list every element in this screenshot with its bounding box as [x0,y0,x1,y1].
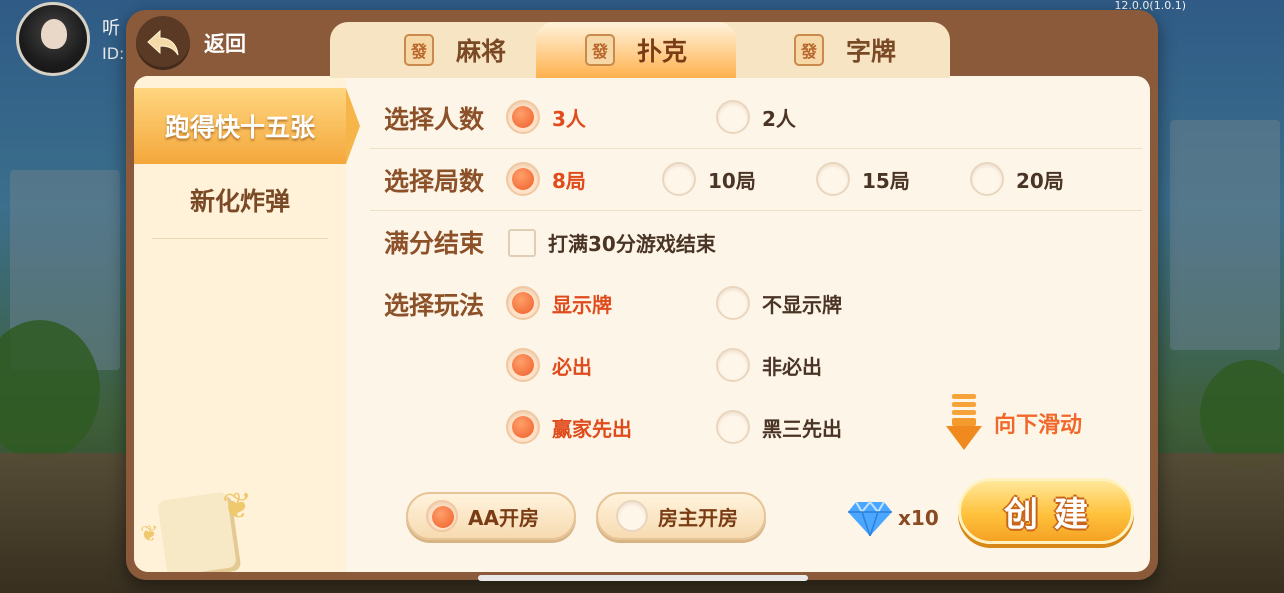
option-label: 8局 [552,168,586,193]
option-rounds-8[interactable]: 8局 [506,162,586,196]
butterfly-icon: ❦ [222,486,253,527]
radio-unselected[interactable] [616,500,648,532]
tab-zipai[interactable]: 發 字牌 [750,22,940,78]
back-button[interactable]: 返回 [136,16,272,70]
pay-option-label: AA开房 [468,505,539,530]
option-label: 15局 [862,168,910,193]
pay-option-owner[interactable]: 房主开房 [596,492,766,540]
option-label: 必出 [552,354,592,379]
option-rounds-10[interactable]: 10局 [662,162,756,196]
room-cost: x10 [848,500,939,536]
score-end-row-label: 满分结束 [384,229,485,258]
players-row-label: 选择人数 [384,105,485,134]
radio-selected[interactable] [426,500,458,532]
create-room-dialog: 跑得快十五张 新化炸弹 ❦ ❦ 选择人数 3人 2人 选择局数 8局 10局 1… [126,10,1158,580]
option-label: 10局 [708,168,756,193]
rounds-row-label: 选择局数 [384,167,485,196]
sidebar-item-paodekuai[interactable]: 跑得快十五张 [134,88,360,164]
create-room-button[interactable]: 创建 [958,478,1134,544]
back-arrow-circle [136,16,190,70]
option-players-2[interactable]: 2人 [716,100,796,134]
checkbox-label: 打满30分游戏结束 [548,232,716,256]
radio-unselected[interactable] [716,100,750,134]
sidebar-divider [152,238,328,239]
option-black-three-first[interactable]: 黑三先出 [716,410,842,444]
radio-selected[interactable] [506,410,540,444]
option-hide-cards[interactable]: 不显示牌 [716,286,842,320]
tab-label: 麻将 [455,37,506,66]
radio-unselected[interactable] [662,162,696,196]
radio-unselected[interactable] [716,286,750,320]
row-divider [370,148,1142,149]
radio-unselected[interactable] [970,162,1004,196]
user-id-label: ID: [102,44,125,63]
checkbox[interactable] [508,228,536,257]
radio-unselected[interactable] [716,348,750,382]
option-label: 3人 [552,106,586,131]
home-indicator[interactable] [478,575,808,581]
scroll-down-hint: 向下滑动 [944,394,1082,452]
option-label: 20局 [1016,168,1064,193]
diamond-icon [848,500,892,536]
cost-label: x10 [898,506,939,530]
butterfly-icon: ❦ [140,522,159,547]
tab-label: 扑克 [636,37,687,66]
user-name: 听 [102,18,120,39]
option-label: 赢家先出 [552,416,632,441]
back-arrow-icon [147,29,179,56]
tab-poker[interactable]: 發 扑克 [536,22,736,78]
option-show-cards[interactable]: 显示牌 [506,286,612,320]
radio-selected[interactable] [506,162,540,196]
create-button-label: 创建 [1004,494,1104,535]
scroll-hint-label: 向下滑动 [994,413,1083,438]
option-label: 黑三先出 [762,416,842,441]
game-category-sidebar: 跑得快十五张 新化炸弹 ❦ ❦ [134,76,360,572]
tab-mahjong[interactable]: 發 麻将 [360,22,550,78]
option-rounds-15[interactable]: 15局 [816,162,910,196]
back-label: 返回 [204,32,246,56]
radio-selected[interactable] [506,100,540,134]
background-building [1170,120,1280,350]
game-type-tabs: 發 麻将 發 扑克 發 字牌 [330,22,950,78]
sidebar-item-label: 跑得快十五张 [164,113,315,142]
pay-option-aa[interactable]: AA开房 [406,492,576,540]
option-label: 2人 [762,106,796,131]
option-not-must-play[interactable]: 非必出 [716,348,822,382]
tab-label: 字牌 [845,37,896,66]
dialog-content: 跑得快十五张 新化炸弹 ❦ ❦ 选择人数 3人 2人 选择局数 8局 10局 1… [134,76,1150,572]
radio-unselected[interactable] [716,410,750,444]
sidebar-item-xinhua-zhadan[interactable]: 新化炸弹 [134,162,346,238]
radio-selected[interactable] [506,348,540,382]
option-label: 非必出 [762,354,822,379]
mahjong-tile-icon: 發 [403,34,434,66]
pay-option-label: 房主开房 [658,505,738,530]
avatar[interactable] [16,2,90,76]
mahjong-tile-icon: 發 [584,34,615,66]
option-score-end-checkbox[interactable]: 打满30分游戏结束 [508,228,716,257]
option-must-play[interactable]: 必出 [506,348,592,382]
option-winner-first[interactable]: 赢家先出 [506,410,632,444]
option-players-3[interactable]: 3人 [506,100,586,134]
mahjong-tile-icon: 發 [793,34,824,66]
option-label: 显示牌 [552,292,612,317]
option-label: 不显示牌 [762,292,842,317]
radio-unselected[interactable] [816,162,850,196]
option-rounds-20[interactable]: 20局 [970,162,1064,196]
play-mode-row-label: 选择玩法 [384,291,485,320]
sidebar-item-label: 新化炸弹 [189,187,290,216]
row-divider [370,210,1142,211]
arrow-down-icon [946,394,982,450]
radio-selected[interactable] [506,286,540,320]
